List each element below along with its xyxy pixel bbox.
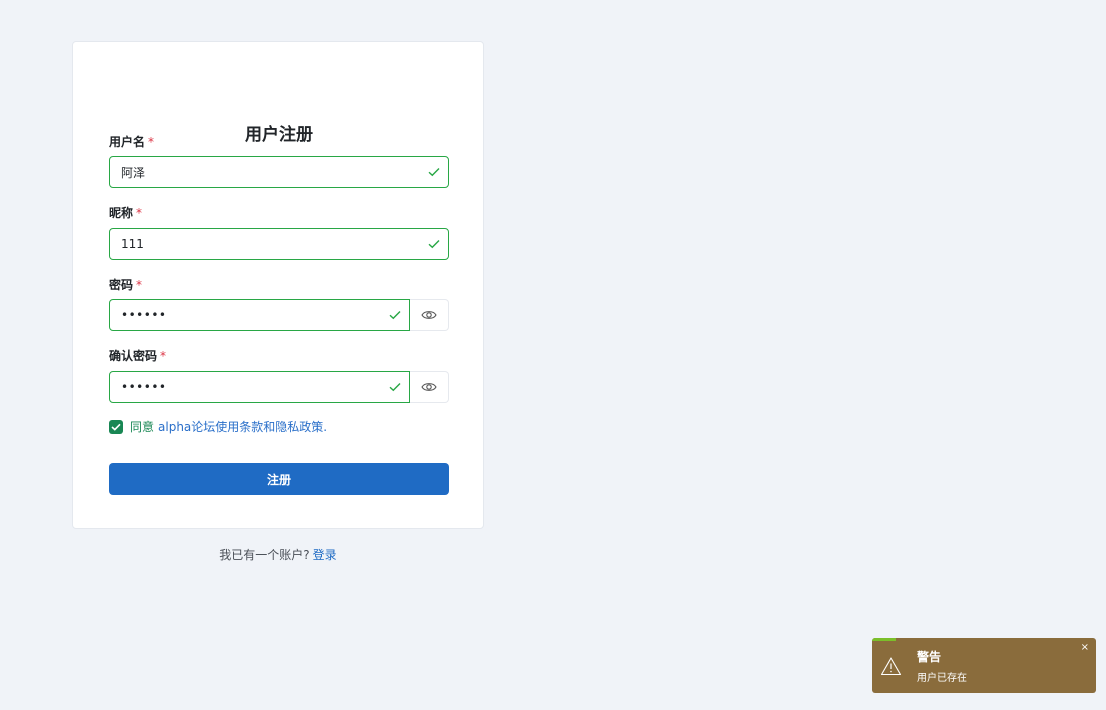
warning-icon (880, 656, 902, 676)
password-field[interactable]: •••••• (109, 299, 410, 331)
login-prompt-text: 我已有一个账户? (219, 548, 310, 562)
username-label-text: 用户名 (109, 135, 146, 149)
toast-progress-bar (872, 638, 896, 641)
terms-link[interactable]: alpha论坛使用条款和隐私政策. (158, 418, 327, 435)
toggle-password-visibility-button[interactable] (410, 299, 449, 331)
close-icon[interactable]: × (1081, 643, 1089, 653)
confirm-password-value: •••••• (121, 380, 167, 394)
check-icon (420, 157, 448, 187)
required-mark: * (160, 349, 167, 363)
nickname-label: 昵称 * (109, 204, 142, 221)
nickname-field[interactable]: 111 (109, 228, 449, 260)
password-value: •••••• (121, 308, 167, 322)
check-icon (420, 229, 448, 259)
login-link[interactable]: 登录 (313, 548, 337, 562)
register-button[interactable]: 注册 (109, 463, 449, 495)
nickname-value: 111 (121, 237, 144, 251)
password-label-text: 密码 (109, 278, 134, 292)
nickname-label-text: 昵称 (109, 206, 134, 220)
required-mark: * (148, 135, 155, 149)
terms-checkbox-label[interactable]: 同意 (130, 418, 154, 435)
eye-icon (421, 378, 437, 397)
toggle-confirm-password-visibility-button[interactable] (410, 371, 449, 403)
confirm-password-label: 确认密码 * (109, 347, 166, 364)
username-field[interactable]: 阿泽 (109, 156, 449, 188)
username-value: 阿泽 (121, 165, 146, 180)
warning-toast: 警告 用户已存在 × (872, 638, 1096, 693)
check-icon (381, 372, 409, 402)
terms-checkbox[interactable] (109, 419, 123, 434)
check-icon (381, 300, 409, 330)
login-prompt: 我已有一个账户? 登录 (72, 546, 484, 563)
required-mark: * (136, 278, 143, 292)
toast-title: 警告 (917, 650, 942, 664)
required-mark: * (136, 206, 143, 220)
username-label: 用户名 * (109, 133, 154, 150)
confirm-password-field[interactable]: •••••• (109, 371, 410, 403)
terms-agreement: 同意 alpha论坛使用条款和隐私政策. (109, 418, 327, 435)
password-label: 密码 * (109, 276, 142, 293)
confirm-password-label-text: 确认密码 (109, 349, 158, 363)
toast-message: 用户已存在 (917, 673, 967, 684)
eye-icon (421, 306, 437, 325)
register-card: 用户注册 用户名 * 阿泽 昵称 * 111 密码 * •••••• 确认密码 * (72, 41, 484, 529)
